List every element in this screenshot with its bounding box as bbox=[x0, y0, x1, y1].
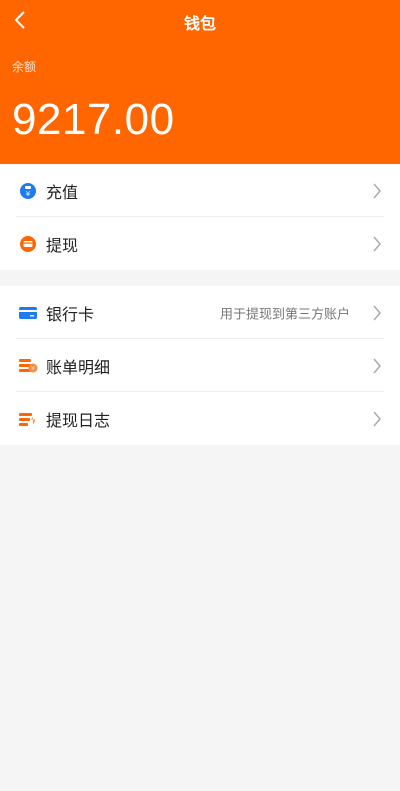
menu-item-label: 账单明细 bbox=[46, 357, 111, 377]
menu-item-label: 银行卡 bbox=[46, 304, 95, 324]
menu-item-withdraw[interactable]: 提现 bbox=[0, 217, 400, 270]
recharge-icon: ¥ bbox=[18, 181, 38, 201]
withdraw-log-icon bbox=[18, 409, 38, 429]
menu-item-label: 提现 bbox=[46, 235, 79, 255]
menu-item-bill-details[interactable]: ¥ 账单明细 bbox=[0, 339, 400, 392]
balance-value: 9217.00 bbox=[12, 95, 175, 144]
bill-details-icon: ¥ bbox=[18, 356, 38, 376]
menu-item-label: 提现日志 bbox=[46, 410, 111, 430]
chevron-right-icon bbox=[373, 411, 381, 426]
menu-item-recharge[interactable]: ¥ 充值 bbox=[0, 164, 400, 217]
chevron-right-icon bbox=[373, 236, 381, 251]
menu-item-hint: 用于提现到第三方账户 bbox=[219, 307, 350, 322]
bank-card-icon bbox=[18, 303, 38, 323]
menu-item-label: 充值 bbox=[46, 182, 79, 202]
withdraw-icon bbox=[18, 234, 38, 254]
svg-text:¥: ¥ bbox=[26, 190, 31, 198]
menu-item-bank-card[interactable]: 银行卡 用于提现到第三方账户 bbox=[0, 286, 400, 339]
menu-item-withdraw-log[interactable]: 提现日志 bbox=[0, 392, 400, 445]
balance-label: 余额 bbox=[12, 60, 37, 74]
chevron-right-icon bbox=[373, 358, 381, 373]
wallet-records-group: 银行卡 用于提现到第三方账户 ¥ 账单明细 提现日志 bbox=[0, 286, 400, 445]
nav-bar: 钱包 bbox=[0, 0, 400, 42]
page-title: 钱包 bbox=[183, 14, 216, 33]
wallet-actions-group: ¥ 充值 提现 bbox=[0, 164, 400, 270]
chevron-right-icon bbox=[373, 305, 381, 320]
chevron-right-icon bbox=[373, 183, 381, 198]
svg-text:¥: ¥ bbox=[31, 365, 35, 372]
wallet-header: 钱包 余额 9217.00 bbox=[0, 0, 400, 164]
